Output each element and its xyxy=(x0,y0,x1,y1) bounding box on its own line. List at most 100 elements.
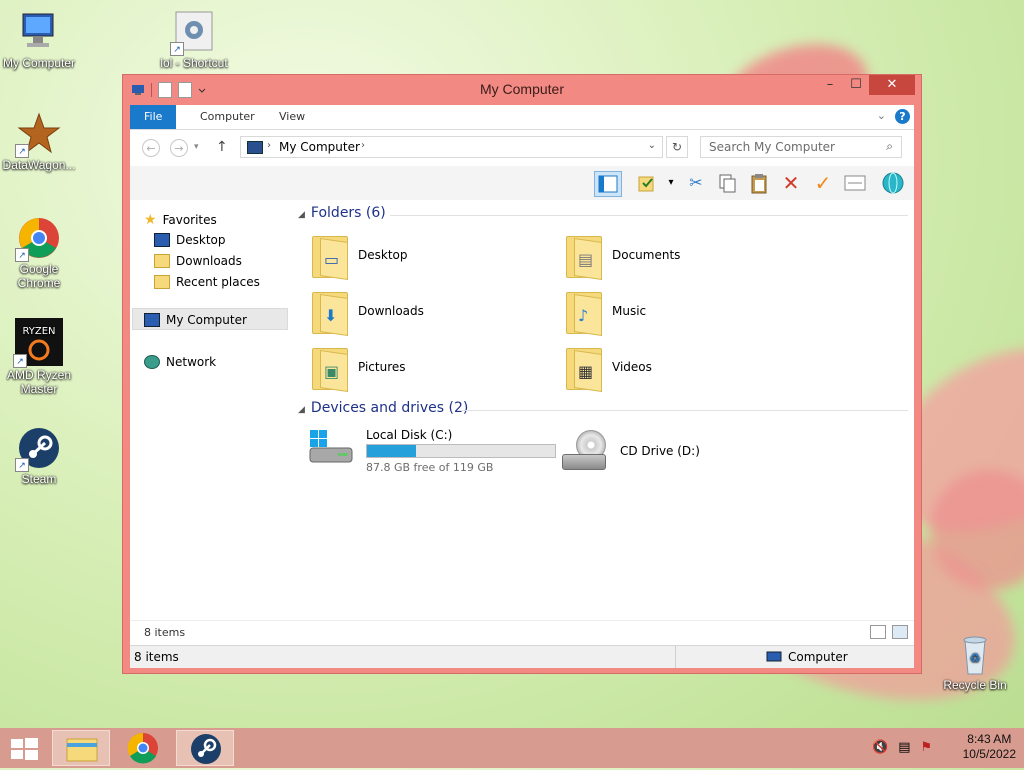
desktop-icon-label: My Computer xyxy=(2,56,76,70)
properties-folder-icon[interactable] xyxy=(634,171,660,195)
refresh-button[interactable]: ↻ xyxy=(666,136,688,158)
items-count-bar: 8 items xyxy=(130,620,914,645)
recent-places-icon xyxy=(154,275,170,289)
action-center-flag-icon[interactable]: ⚑ xyxy=(920,740,932,755)
shortcut-arrow-icon: ↗ xyxy=(15,458,29,472)
nav-downloads[interactable]: Downloads xyxy=(154,254,242,268)
address-path[interactable]: My Computer xyxy=(279,140,360,154)
shortcut-arrow-icon: ↗ xyxy=(13,354,27,368)
nav-my-computer[interactable]: My Computer xyxy=(144,313,247,327)
close-button[interactable]: ✕ xyxy=(869,75,915,95)
maximize-button[interactable]: ☐ xyxy=(843,75,869,95)
nav-network[interactable]: Network xyxy=(144,355,216,369)
folder-label: Videos xyxy=(612,360,652,374)
folder-desktop[interactable]: ▭ Desktop xyxy=(310,234,408,280)
desktop-folder-icon: ▭ xyxy=(310,234,348,280)
nav-favorites[interactable]: ★ Favorites xyxy=(144,212,217,228)
desktop-icon xyxy=(154,233,170,247)
nav-desktop[interactable]: Desktop xyxy=(154,233,226,247)
chevron-down-icon[interactable]: ▾ xyxy=(658,171,684,195)
status-item-count: 8 items xyxy=(134,650,179,664)
network-icon xyxy=(144,355,160,369)
item-count: 8 items xyxy=(144,626,186,639)
forward-button[interactable]: → xyxy=(170,139,188,157)
disk-usage-fill xyxy=(367,445,416,457)
status-bar: 8 items Computer xyxy=(130,645,914,668)
settings-gear-icon: ↗ xyxy=(170,10,216,56)
group-divider xyxy=(390,215,908,216)
taskbar-file-explorer[interactable] xyxy=(52,730,110,766)
address-bar[interactable]: › My Computer › ⌄ xyxy=(240,136,663,158)
back-button[interactable]: ← xyxy=(142,139,160,157)
chevron-right-icon[interactable]: › xyxy=(267,140,271,151)
folder-documents[interactable]: ▤ Documents xyxy=(564,234,681,280)
taskbar: 🔇 ▤ ⚑ 8:43 AM 10/5/2022 xyxy=(0,728,1024,768)
up-arrow-icon[interactable]: ↑ xyxy=(216,139,228,155)
computer-icon xyxy=(766,651,782,662)
search-input[interactable]: Search My Computer ⌕ xyxy=(700,136,902,158)
group-divider xyxy=(462,410,908,411)
desktop-icon-steam[interactable]: ↗ Steam xyxy=(0,426,78,486)
paste-icon[interactable] xyxy=(746,171,772,195)
desktop-icon-recycle-bin[interactable]: ♻ Recycle Bin xyxy=(936,632,1014,692)
delete-icon[interactable]: ✕ xyxy=(778,171,804,195)
folders-group-header[interactable]: ◢ Folders (6) xyxy=(298,205,386,221)
desktop-icon-label: DataWagon... xyxy=(2,158,76,172)
volume-muted-icon[interactable]: 🔇 xyxy=(872,740,888,755)
downloads-folder-icon: ⬇ xyxy=(310,290,348,336)
collapse-arrow-icon[interactable]: ◢ xyxy=(298,405,305,415)
ribbon-expand-icon[interactable]: ⌄ xyxy=(877,109,886,122)
desktop-icon-lol-shortcut[interactable]: ↗ lol - Shortcut xyxy=(155,10,233,70)
downloads-folder-icon xyxy=(154,254,170,268)
desktop-icon-google-chrome[interactable]: ↗ Google Chrome xyxy=(0,216,78,290)
svg-text:RYZEN: RYZEN xyxy=(22,326,55,337)
desktop-icon-label: Google Chrome xyxy=(17,262,61,290)
folder-label: Documents xyxy=(612,248,681,262)
folder-pictures[interactable]: ▣ Pictures xyxy=(310,346,406,392)
details-view-icon[interactable] xyxy=(870,625,886,639)
preview-pane-icon[interactable] xyxy=(594,171,622,197)
search-icon: ⌕ xyxy=(886,139,893,153)
taskbar-chrome[interactable] xyxy=(114,730,172,766)
status-location: Computer xyxy=(766,650,848,664)
folder-videos[interactable]: ▦ Videos xyxy=(564,346,652,392)
desktop-icon-my-computer[interactable]: My Computer xyxy=(0,10,78,70)
taskbar-steam[interactable] xyxy=(176,730,234,766)
videos-folder-icon: ▦ xyxy=(564,346,602,392)
new-item-icon[interactable] xyxy=(842,171,868,195)
folder-downloads[interactable]: ⬇ Downloads xyxy=(310,290,424,336)
collapse-arrow-icon[interactable]: ◢ xyxy=(298,210,305,220)
nav-recent-places[interactable]: Recent places xyxy=(154,275,260,289)
devices-group-header[interactable]: ◢ Devices and drives (2) xyxy=(298,400,468,416)
explorer-window: My Computer – ☐ ✕ File Computer View ⌄ ?… xyxy=(122,74,922,674)
navigation-bar: ← → ▾ ↑ › My Computer › ⌄ ↻ Search My Co… xyxy=(130,130,914,166)
tab-computer[interactable]: Computer xyxy=(186,105,269,129)
minimize-button[interactable]: – xyxy=(817,75,843,95)
chevron-right-icon[interactable]: › xyxy=(361,140,365,151)
title-bar[interactable]: My Computer – ☐ ✕ xyxy=(123,75,921,105)
desktop-icon-label: Recycle Bin xyxy=(943,678,1007,692)
large-icons-view-icon[interactable] xyxy=(892,625,908,639)
chevron-down-icon[interactable]: ⌄ xyxy=(648,140,656,151)
recent-locations-icon[interactable]: ▾ xyxy=(194,142,199,152)
rename-check-icon[interactable]: ✓ xyxy=(810,171,836,195)
cut-icon[interactable]: ✂ xyxy=(683,171,709,195)
start-button[interactable] xyxy=(10,737,40,761)
window-controls: – ☐ ✕ xyxy=(817,75,915,95)
drive-cd-d[interactable]: CD Drive (D:) xyxy=(562,430,700,472)
clock[interactable]: 8:43 AM 10/5/2022 xyxy=(963,732,1016,762)
network-status-icon[interactable]: ▤ xyxy=(898,740,910,755)
folder-music[interactable]: ♪ Music xyxy=(564,290,646,336)
content-area: ★ Favorites Desktop Downloads Recent pla… xyxy=(130,200,914,620)
drive-local-disk-c[interactable]: Local Disk (C:) 87.8 GB free of 119 GB xyxy=(308,428,556,474)
tab-view[interactable]: View xyxy=(265,105,319,129)
help-icon[interactable]: ? xyxy=(895,109,910,124)
desktop-icon-amd-ryzen-master[interactable]: RYZEN ↗ AMD Ryzen Master xyxy=(0,318,78,396)
nav-label: Desktop xyxy=(176,233,226,247)
tab-file[interactable]: File xyxy=(130,105,177,129)
window-title: My Computer xyxy=(479,81,565,97)
copy-icon[interactable] xyxy=(714,171,740,195)
system-tray: 🔇 ▤ ⚑ xyxy=(872,740,932,755)
globe-icon[interactable] xyxy=(880,171,906,195)
desktop-icon-datawagon[interactable]: ↗ DataWagon... xyxy=(0,112,78,172)
